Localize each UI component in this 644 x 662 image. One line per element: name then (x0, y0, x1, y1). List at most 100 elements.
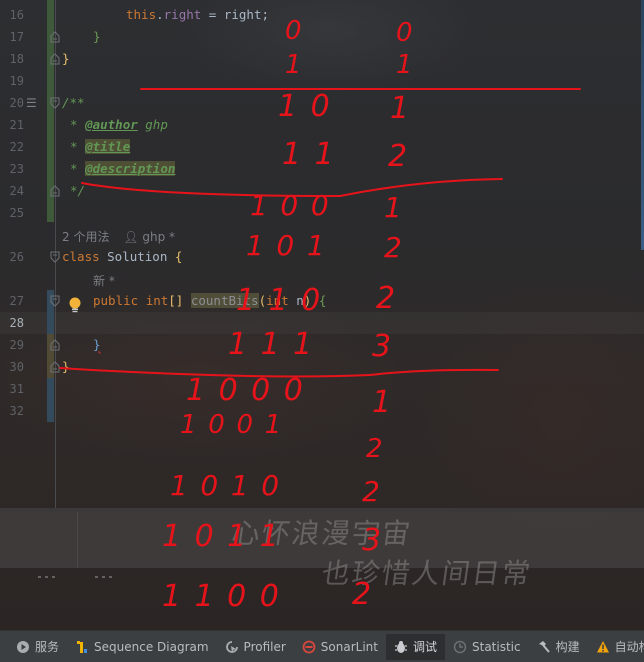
code-token: = right; (201, 7, 270, 22)
comment-star: * (70, 117, 86, 132)
code-line-16[interactable]: this.right = right; (126, 4, 269, 26)
author-hint[interactable]: ghp * (142, 230, 175, 244)
toolbar-label: Sequence Diagram (94, 639, 209, 654)
code-line-21[interactable]: * @author ghp (70, 114, 168, 136)
annotation-binary: 10 (278, 89, 344, 124)
toolbar-auto-build[interactable]: 自动构建 (588, 634, 644, 660)
annotation-binary: 1100 (162, 579, 293, 614)
structure-icon[interactable]: ☰ (26, 96, 37, 110)
annotation-binary: 101 (246, 229, 338, 262)
line-number: 25 (9, 206, 24, 220)
line-number: 17 (9, 30, 24, 44)
annotation-binary: 111 (228, 327, 326, 362)
class-name: Solution (107, 249, 175, 264)
toolbar-label: 服务 (35, 640, 60, 654)
usages-inlay-hint[interactable]: 2 个用法 👤︎ ghp * (62, 228, 175, 245)
fold-start-icon[interactable] (50, 295, 60, 307)
code-line-17[interactable]: } (93, 26, 101, 48)
toolbar-label: Statistic (472, 639, 521, 654)
lightbulb-icon[interactable] (68, 297, 82, 313)
panel-text-faint (95, 563, 116, 578)
line-number-current: 28 (9, 316, 24, 330)
line-number: 31 (9, 382, 24, 396)
line-number: 30 (9, 360, 24, 374)
code-line-20[interactable]: /** (62, 92, 85, 114)
line-number: 22 (9, 140, 24, 154)
keyword-class: class (62, 249, 108, 264)
annotation-ones-count: 3 (372, 329, 392, 364)
code-line-26[interactable]: class Solution { (62, 246, 182, 268)
annotation-ones-count: 1 (372, 385, 392, 420)
fold-start-icon[interactable] (50, 251, 60, 263)
annotation-binary: 0 (285, 16, 314, 46)
fold-start-icon[interactable] (50, 97, 60, 109)
fold-end-icon[interactable] (50, 31, 60, 43)
warning-icon (596, 640, 610, 654)
code-line-30[interactable]: } (62, 356, 70, 378)
toolbar-label: 自动构建 (614, 640, 644, 654)
annotation-ones-count: 1 (396, 50, 413, 80)
code-line-22[interactable]: * @title (70, 136, 131, 158)
vcs-modified-marker[interactable] (47, 378, 54, 422)
line-number: 27 (9, 294, 24, 308)
keyword-public: public (93, 293, 146, 308)
javadoc-tag: @title (85, 139, 131, 154)
code-token: . (156, 7, 164, 22)
editor-gutter: 16 17 18 19 20 21 22 23 24 25 26 27 28 2… (0, 0, 60, 508)
toolbar-services[interactable]: 服务 (8, 634, 67, 660)
comment-star: * (70, 139, 86, 154)
tool-window-bar: 服务 Sequence Diagram Profiler SonarLint 调… (0, 630, 644, 662)
toolbar-build[interactable]: 构建 (529, 634, 588, 660)
fold-end-icon[interactable] (50, 53, 60, 65)
annotation-ones-count: 2 (362, 475, 380, 508)
sonarlint-icon (302, 640, 316, 654)
toolbar-sonarlint[interactable]: SonarLint (294, 634, 386, 660)
code-line-24[interactable]: */ (70, 180, 85, 202)
annotation-ones-count: 1 (384, 191, 402, 224)
comment-star: * (70, 161, 86, 176)
toolbar-debug[interactable]: 调试 (385, 633, 445, 660)
line-number: 18 (9, 52, 24, 66)
annotation-binary: 1010 (170, 469, 292, 502)
annotation-binary: 1 (285, 50, 314, 80)
fold-end-icon[interactable] (50, 185, 60, 197)
annotation-binary: 100 (250, 189, 342, 222)
annotation-ones-count: 2 (352, 577, 372, 612)
annotation-ones-count: 0 (396, 18, 413, 48)
line-number: 26 (9, 250, 24, 264)
code-line-23[interactable]: * @description (70, 158, 176, 180)
toolbar-label: 构建 (555, 640, 580, 654)
toolbar-profiler[interactable]: Profiler (217, 634, 294, 660)
field-name: right (163, 7, 202, 22)
play-circle-icon (16, 640, 30, 654)
brace: { (174, 249, 183, 264)
keyword-int: int (145, 293, 169, 308)
toolbar-statistic[interactable]: Statistic (445, 634, 529, 660)
code-line-29[interactable]: } (93, 334, 101, 356)
line-number: 29 (9, 338, 24, 352)
keyword-this: this (126, 7, 157, 22)
hammer-icon (537, 640, 551, 654)
annotation-ones-count: 1 (390, 91, 410, 126)
statistic-icon (453, 640, 467, 654)
annotation-ones-count: 2 (384, 231, 402, 264)
usages-count[interactable]: 2 个用法 (62, 230, 109, 244)
fold-end-icon[interactable] (50, 339, 60, 351)
panel-text-faint (38, 563, 59, 578)
annotation-binary: 1011 (162, 519, 293, 554)
author-icon: 👤︎ (123, 230, 139, 244)
line-number: 20 (9, 96, 24, 110)
annotation-binary: 1000 (186, 373, 317, 408)
annotation-ones-count: 2 (376, 281, 396, 316)
fold-end-icon[interactable] (50, 361, 60, 373)
line-number: 16 (9, 8, 24, 22)
new-author-inlay-hint[interactable]: 新 * (93, 272, 115, 289)
annotation-ones-count: 2 (366, 434, 383, 464)
toolbar-sequence-diagram[interactable]: Sequence Diagram (67, 634, 217, 660)
code-line-18[interactable]: } (62, 48, 70, 70)
toolbar-label: 调试 (412, 640, 437, 654)
line-number: 23 (9, 162, 24, 176)
panel-divider (77, 512, 78, 568)
annotation-binary: 11 (282, 137, 348, 172)
line-number: 24 (9, 184, 24, 198)
